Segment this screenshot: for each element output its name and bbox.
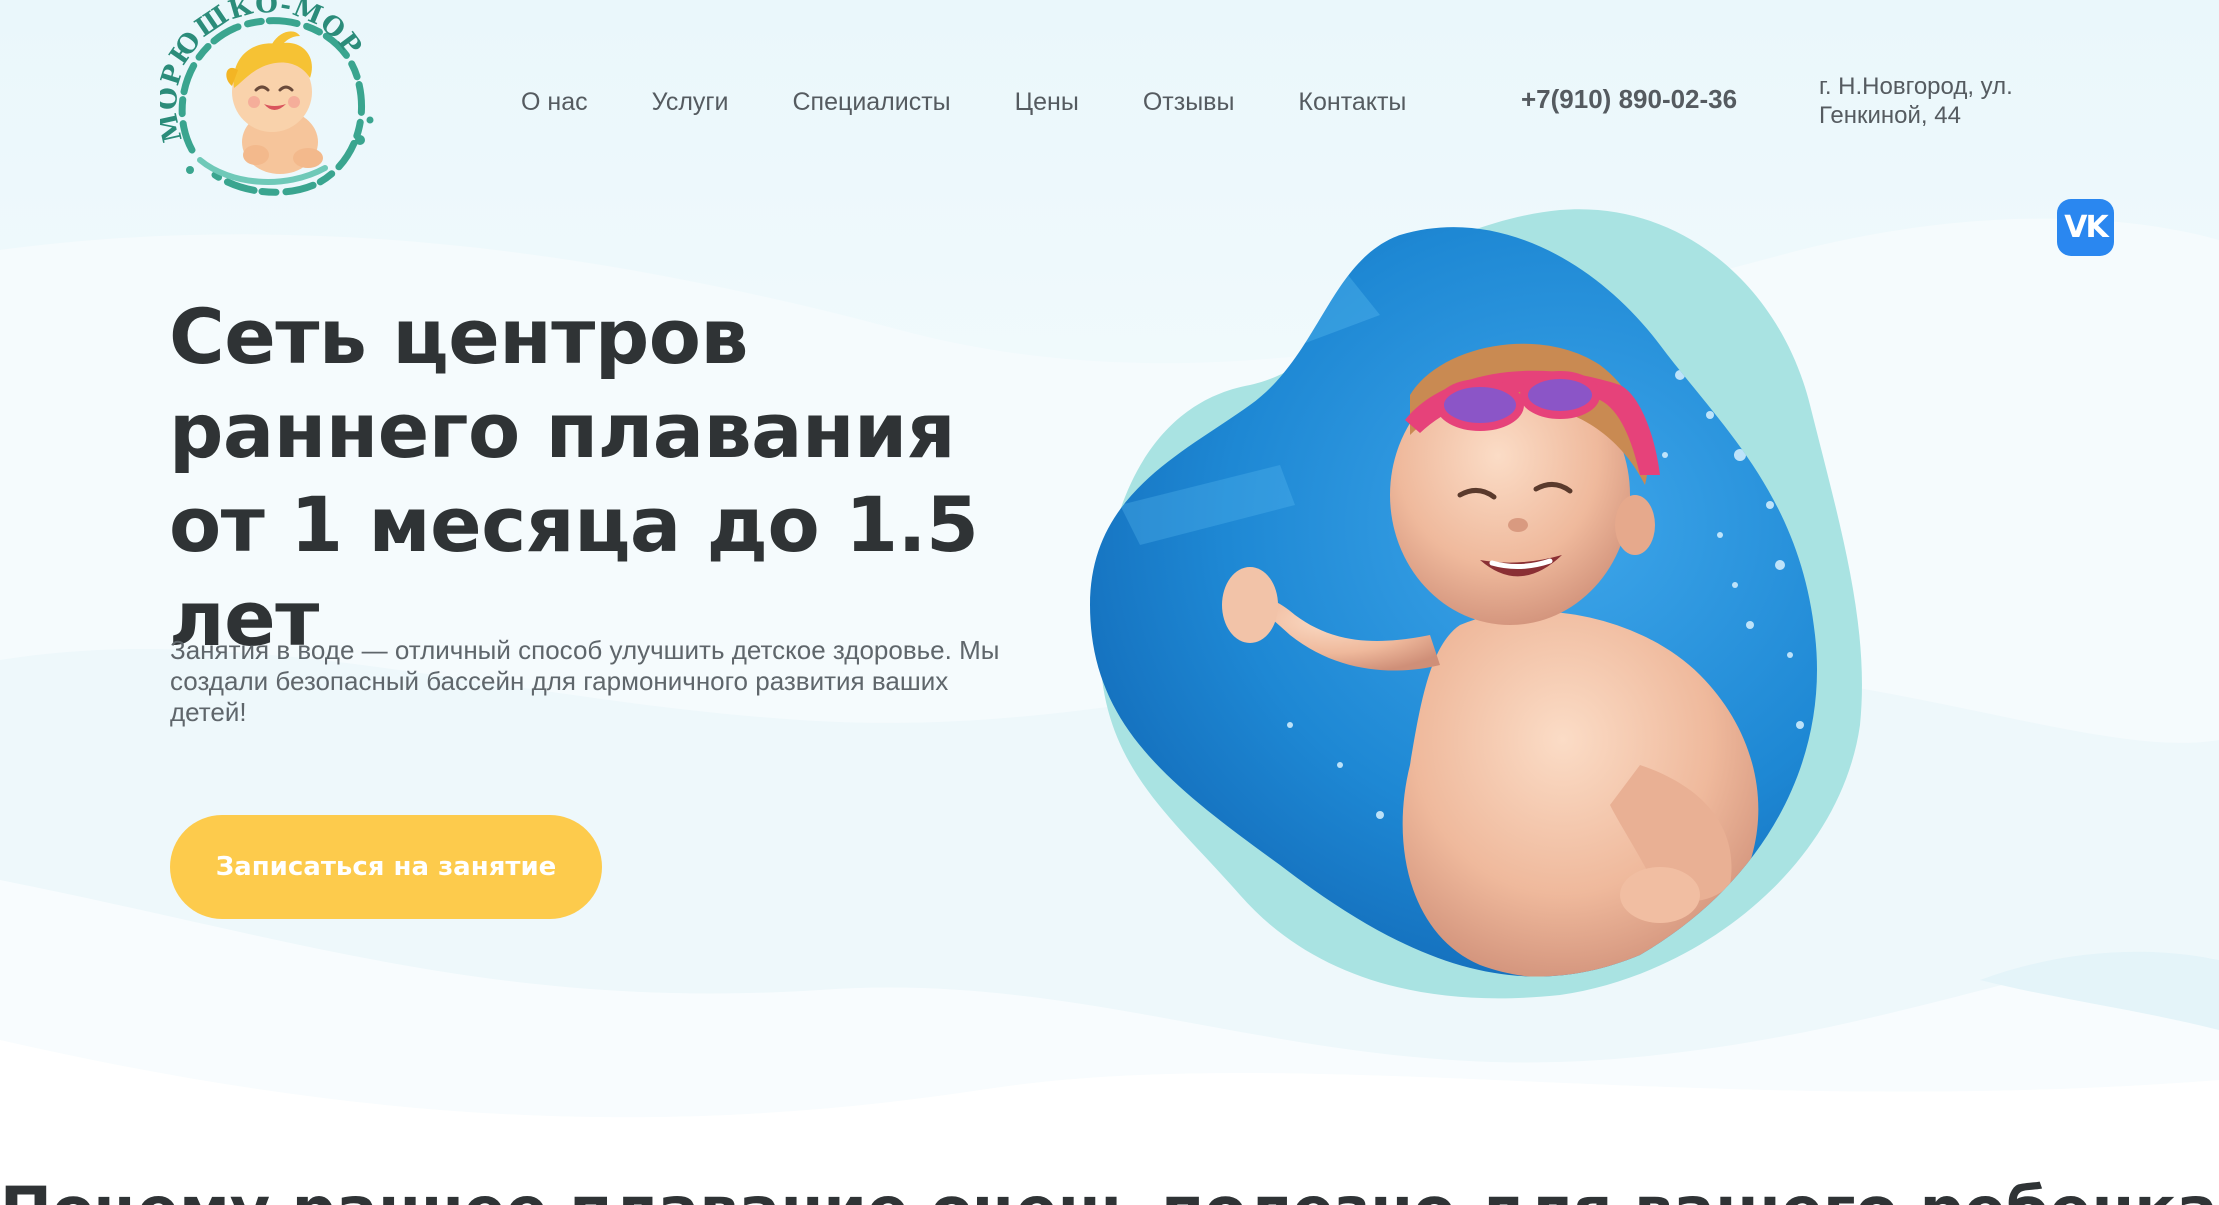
phone-link[interactable]: +7(910) 890-02-36: [1521, 84, 1737, 115]
address: г. Н.Новгород, ул. Генкиной, 44: [1819, 73, 2013, 129]
hero-title: Сеть центров раннего плавания от 1 месяц…: [169, 292, 979, 663]
hero-image: [1090, 209, 1862, 999]
nav-item-services[interactable]: Услуги: [652, 88, 729, 117]
nav-item-about[interactable]: О нас: [521, 88, 588, 117]
signup-button[interactable]: Записаться на занятие: [170, 815, 602, 919]
nav-item-specialists[interactable]: Специалисты: [793, 88, 951, 117]
nav-item-contacts[interactable]: Контакты: [1298, 88, 1406, 117]
nav-item-reviews[interactable]: Отзывы: [1143, 88, 1235, 117]
nav-item-prices[interactable]: Цены: [1015, 88, 1079, 117]
hero-subtitle: Занятия в воде — отличный способ улучшит…: [170, 635, 1000, 727]
main-nav: О нас Услуги Специалисты Цены Отзывы Кон…: [521, 82, 1470, 122]
vk-icon: VK: [2064, 210, 2108, 245]
section-heading: Почему раннее плавание очень полезно для…: [0, 1170, 2219, 1205]
vk-button[interactable]: VK: [2057, 199, 2114, 256]
logo[interactable]: МОРЮШКО-МОРЕ: [160, 0, 388, 200]
landing-page: МОРЮШКО-МОРЕ О нас Услуги Специалисты Це…: [0, 0, 2219, 1205]
